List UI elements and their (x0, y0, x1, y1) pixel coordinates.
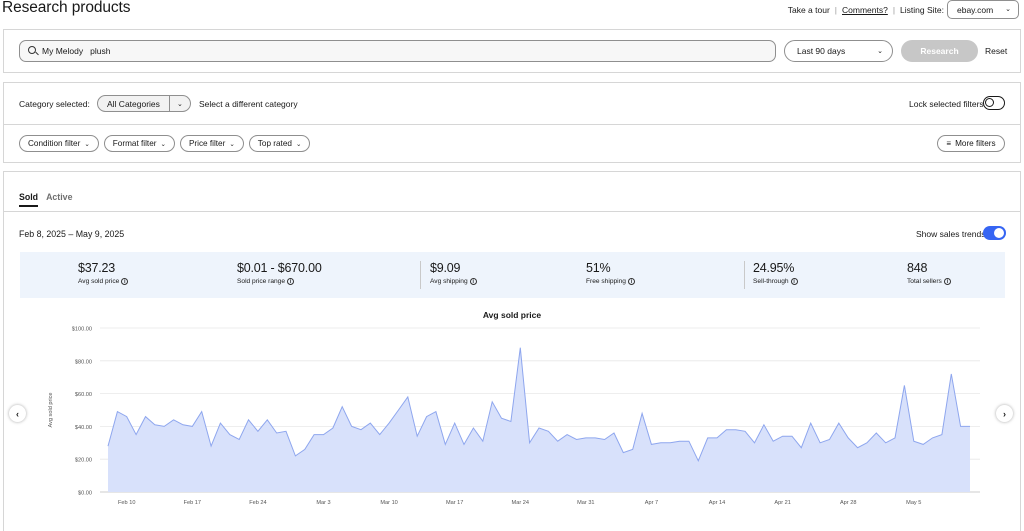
chart-next-button[interactable]: › (996, 405, 1013, 422)
reset-button[interactable]: Reset (985, 46, 1007, 56)
divider (4, 124, 1020, 125)
chevron-down-icon: ⌄ (160, 140, 166, 148)
tab-sold[interactable]: Sold (19, 192, 39, 207)
chevron-down-icon: ⌄ (176, 100, 183, 108)
separator: | (892, 5, 896, 15)
results-panel: Sold Active Feb 8, 2025 – May 9, 2025 Sh… (3, 171, 1021, 531)
tab-active[interactable]: Active (46, 192, 72, 207)
lock-filters-toggle[interactable] (983, 96, 1005, 110)
info-icon[interactable]: i (627, 278, 635, 285)
search-icon (28, 46, 36, 54)
result-tabs: Sold Active (19, 192, 72, 207)
stat-divider (744, 261, 745, 289)
toggle-knob (985, 98, 994, 107)
chip-label: Format filter (112, 139, 157, 148)
stat-label: Sold price range (237, 278, 286, 285)
separator: | (834, 5, 837, 15)
lock-filters-label: Lock selected filters (909, 99, 984, 109)
stat-avg-shipping: $9.09 Avg shipping i (430, 261, 477, 285)
stat-value: $37.23 (78, 261, 116, 275)
top-rated-chip[interactable]: Top rated ⌄ (248, 135, 311, 152)
condition-filter-chip[interactable]: Condition filter ⌄ (19, 135, 99, 152)
info-icon[interactable]: i (469, 278, 477, 285)
chevron-down-icon: ⌄ (877, 48, 883, 55)
stat-label: Free shipping (586, 278, 626, 285)
info-icon[interactable]: i (287, 278, 295, 285)
info-icon[interactable]: i (121, 278, 129, 285)
info-icon[interactable]: i (790, 278, 798, 285)
stat-value: 848 (907, 261, 928, 275)
chevron-right-icon: › (1003, 408, 1006, 419)
research-button[interactable]: Research (901, 40, 978, 62)
chip-label: Top rated (257, 139, 292, 148)
chevron-down-icon: ⌄ (84, 140, 90, 148)
category-chip[interactable]: All Categories (97, 95, 170, 112)
listing-site-label: Listing Site: (900, 5, 944, 15)
sales-trends-label: Show sales trends (916, 229, 986, 239)
stat-sold-price-range: $0.01 - $670.00 Sold price range i (237, 261, 322, 285)
stat-value: $9.09 (430, 261, 461, 275)
toggle-knob (994, 228, 1004, 238)
info-icon[interactable]: i (943, 278, 951, 285)
filter-chips: Condition filter ⌄ Format filter ⌄ Price f… (19, 135, 311, 152)
take-tour-link[interactable]: Take a tour (788, 5, 830, 15)
chip-label: Condition filter (28, 139, 81, 148)
comments-link[interactable]: Comments? (842, 5, 888, 15)
chevron-down-icon: ⌄ (1005, 6, 1011, 13)
more-filters-button[interactable]: ≡ More filters (937, 135, 1005, 152)
search-panel: My Melody plush Last 90 days ⌄ Research … (3, 29, 1021, 73)
format-filter-chip[interactable]: Format filter ⌄ (103, 135, 175, 152)
stat-label: Avg shipping (430, 278, 468, 285)
stats-bar: $37.23 Avg sold price i $0.01 - $670.00 S… (20, 252, 1005, 298)
search-query: My Melody plush (42, 46, 111, 56)
listing-site-select[interactable]: ebay.com ⌄ (947, 0, 1019, 19)
chip-label: Price filter (188, 139, 226, 148)
top-links: Take a tour | Comments? | Listing Site: (788, 5, 944, 15)
date-range-value: Last 90 days (797, 46, 846, 56)
category-dropdown-button[interactable]: ⌄ (169, 95, 191, 112)
search-input[interactable]: My Melody plush (19, 40, 776, 62)
stat-value: $0.01 - $670.00 (237, 261, 322, 275)
stat-sell-through: 24.95% Sell-through i (753, 261, 798, 285)
more-filters-label: More filters (955, 139, 996, 148)
listing-site-value: ebay.com (957, 4, 994, 15)
stat-label: Sell-through (753, 278, 789, 285)
stat-value: 51% (586, 261, 611, 275)
chart-prev-button[interactable]: ‹ (9, 405, 26, 422)
price-filter-chip[interactable]: Price filter ⌄ (179, 135, 244, 152)
filter-panel: Category selected: All Categories ⌄ Sele… (3, 82, 1021, 163)
date-range-select[interactable]: Last 90 days ⌄ (784, 40, 893, 62)
stat-label: Total sellers (907, 278, 942, 285)
category-label: Category selected: (19, 99, 90, 109)
stat-free-shipping: 51% Free shipping i (586, 261, 635, 285)
chevron-down-icon: ⌄ (295, 140, 302, 148)
chevron-left-icon: ‹ (16, 408, 19, 419)
select-category-link[interactable]: Select a different category (199, 99, 298, 109)
stat-label: Avg sold price (78, 278, 120, 285)
chart-title: Avg sold price (482, 310, 542, 320)
chevron-down-icon: ⌄ (229, 140, 235, 148)
sales-trends-toggle[interactable] (983, 226, 1006, 240)
stat-value: 24.95% (753, 261, 795, 275)
date-range-text: Feb 8, 2025 – May 9, 2025 (19, 229, 125, 239)
stat-divider (420, 261, 421, 289)
page-title: Research products (2, 0, 131, 16)
top-bar: Research products Take a tour | Comments… (0, 0, 1024, 24)
category-selector: All Categories ⌄ (97, 95, 191, 112)
stat-total-sellers: 848 Total sellers i (907, 261, 951, 285)
filter-lines-icon: ≡ (946, 139, 952, 148)
divider (4, 211, 1020, 212)
stat-avg-sold-price: $37.23 Avg sold price i (78, 261, 129, 285)
